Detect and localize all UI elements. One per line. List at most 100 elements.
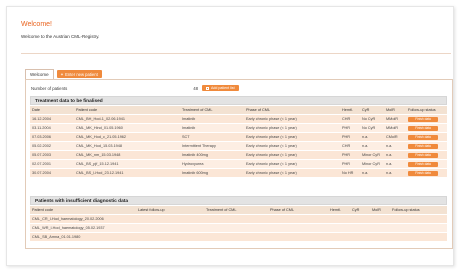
table-cell: SCT [180, 132, 244, 142]
cell-text: 05.07.2003 [32, 153, 52, 157]
table-cell [350, 232, 370, 242]
table-cell [268, 214, 328, 224]
table-row[interactable]: 05.02.2002 CML_MK_Hod_15.03.1948 Intermitt… [30, 141, 447, 151]
cell-text: CML_WR_l-Hod_haematology_05.02.1937 [32, 226, 105, 230]
add-patient-list-button[interactable]: Add patient list [202, 85, 239, 91]
table-cell: 30.07.2004 [30, 168, 74, 178]
cell-text: CML_MK_Hod_15.03.1948 [76, 144, 123, 148]
table-row[interactable]: CML_SB_Amna_01.01.1980 [30, 232, 447, 242]
cell-text: n.a. [362, 135, 369, 139]
cell-text: Hydroxyurea [182, 162, 204, 166]
cell-text: Imatinib 600mg [182, 171, 208, 175]
finish-data-button[interactable]: Finish data [408, 134, 438, 140]
table-cell: CML_BS_l-Hod_23.12.1941 [74, 168, 180, 178]
finish-data-label: Finish data [415, 126, 431, 130]
cell-text: PHR [342, 162, 351, 166]
cell-text: CML_MK_nm_15.03.1948 [76, 153, 121, 157]
patient-count-row: Number of patients 48 Add patient list [31, 84, 443, 92]
cell-text: Imatinib [182, 126, 196, 130]
cell-text: PHR [342, 153, 351, 157]
table-cell: Early chronic phase (< 1 year) [244, 132, 340, 142]
cell-text: CML_SB_Amna_01.01.1980 [32, 235, 81, 239]
column-header: CyR [360, 106, 384, 115]
cell-text: n.a. [386, 171, 393, 175]
page-subtitle: Welcome to the Austrian CML-Registry. [21, 34, 100, 39]
table-cell: PHR [340, 159, 360, 169]
table-cell: Finish data [406, 132, 447, 142]
table-row[interactable]: 02.07.2001 CML_BS_pjf_15.12.1941 Hydroxyur… [30, 159, 447, 169]
table-cell: PHR [340, 150, 360, 160]
table-cell [370, 223, 390, 233]
table-row[interactable]: CML_CR_l-Hod_haematology_20.02.2006 [30, 214, 447, 224]
finish-data-label: Finish data [415, 117, 431, 121]
table-row[interactable]: 05.07.2003 CML_MK_nm_15.03.1948 Imatinib 4… [30, 150, 447, 160]
table-row[interactable]: 16.12.2004 CML_BH_Hod-1_02.06.1941 Imatini… [30, 114, 447, 124]
column-header: Follow-up status [390, 206, 447, 215]
cell-text: n.a. [362, 144, 369, 148]
cell-text: Minor CyR [362, 153, 380, 157]
table-row[interactable]: 07.03.2006 CML_MK_Hod_c_21.05.1962 SCT Earl… [30, 132, 447, 142]
table-row[interactable]: 30.07.2004 CML_BS_l-Hod_23.12.1941 Imatini… [30, 168, 447, 178]
column-header: Patient code [74, 106, 180, 115]
cell-text: Early chronic phase (< 1 year) [246, 153, 297, 157]
table-cell: Hydroxyurea [180, 159, 244, 169]
plus-icon: + [60, 71, 64, 77]
table-cell [390, 223, 447, 233]
table-cell: PHR [340, 123, 360, 133]
cell-text: Imatinib [182, 117, 196, 121]
finish-data-button[interactable]: Finish data [408, 170, 438, 176]
column-header: Treatment of CML [204, 206, 268, 215]
cell-text: CML_BS_pjf_15.12.1941 [76, 162, 119, 166]
table-cell: CML_SB_Amna_01.01.1980 [30, 232, 136, 242]
table-cell: CML_BH_Hod-1_02.06.1941 [74, 114, 180, 124]
table-cell: n.a. [360, 168, 384, 178]
table-cell: Finish data [406, 114, 447, 124]
column-header: Date [30, 106, 74, 115]
cell-text: No HR [342, 171, 354, 175]
table-cell: Early chronic phase (< 1 year) [244, 168, 340, 178]
table-cell: Finish data [406, 168, 447, 178]
section-insufficient-title: Patients with insufficient diagnostic da… [30, 196, 447, 205]
table-cell: CML_MK_Hod_15.03.1948 [74, 141, 180, 151]
table-cell [328, 214, 350, 224]
tab-welcome[interactable]: Welcome [25, 69, 54, 79]
table-cell: MMolR [384, 123, 406, 133]
column-header: Phase of CML [268, 206, 328, 215]
enter-new-patient-label: Enter new patient [65, 71, 98, 77]
table-cell [136, 214, 204, 224]
table-cell: Early chronic phase (< 1 year) [244, 159, 340, 169]
cell-text: MMolR [386, 126, 399, 130]
table-cell: Finish data [406, 150, 447, 160]
finish-data-button[interactable]: Finish data [408, 125, 438, 131]
table-row[interactable]: 03.11.2004 CML_MK_Hind_01.05.1960 Imatinib… [30, 123, 447, 133]
finish-data-button[interactable]: Finish data [408, 161, 438, 167]
cell-text: Early chronic phase (< 1 year) [246, 171, 297, 175]
cell-text: CML_CR_l-Hod_haematology_20.02.2006 [32, 217, 104, 221]
treatment-table: Date Patient code Treatment of CML Phase of… [30, 106, 447, 178]
finish-data-button[interactable]: Finish data [408, 143, 438, 149]
table-cell: n.a. [384, 150, 406, 160]
column-header: Hemtl. [340, 106, 360, 115]
cell-text: CML_MK_Hod_c_21.05.1962 [76, 135, 127, 139]
table-cell [268, 223, 328, 233]
registry-window: Welcome! Welcome to the Austrian CML-Reg… [6, 6, 454, 266]
cell-text: Minor CyR [362, 162, 380, 166]
finish-data-label: Finish data [415, 144, 431, 148]
page-title: Welcome! [21, 21, 52, 28]
enter-new-patient-button[interactable]: + Enter new patient [56, 70, 102, 78]
finish-data-button[interactable]: Finish data [408, 116, 438, 122]
insufficient-data-table: Patient code Latest follow-up Treatment of… [30, 206, 447, 242]
table-cell: Minor CyR [360, 159, 384, 169]
table-cell: Early chronic phase (< 1 year) [244, 150, 340, 160]
tab-bar: Welcome + Enter new patient [25, 69, 102, 79]
table-cell: CML_CR_l-Hod_haematology_20.02.2006 [30, 214, 136, 224]
table-cell: No CyR [360, 114, 384, 124]
table-cell [204, 214, 268, 224]
table-row[interactable]: CML_WR_l-Hod_haematology_05.02.1937 [30, 223, 447, 233]
cell-text: Early chronic phase (< 1 year) [246, 135, 297, 139]
cell-text: Intermittent Therapy [182, 144, 216, 148]
table-cell: Finish data [406, 123, 447, 133]
cell-text: n.a. [386, 153, 393, 157]
finish-data-button[interactable]: Finish data [408, 152, 438, 158]
cell-text: 05.02.2002 [32, 144, 52, 148]
